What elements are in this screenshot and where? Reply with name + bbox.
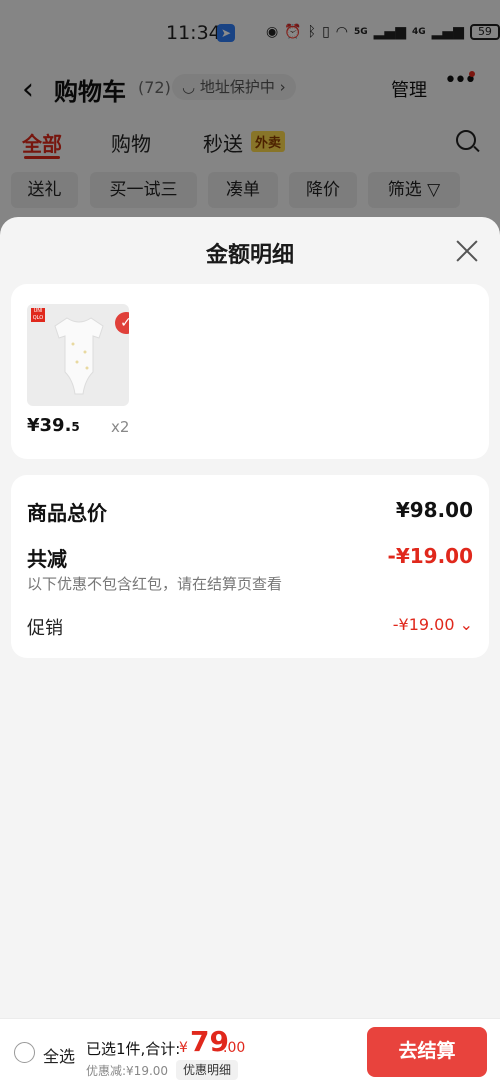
price-summary-card: 商品总价 ¥98.00 共减 -¥19.00 以下优惠不包含红包，请在结算页查看… — [11, 475, 489, 658]
total-price-label: 商品总价 — [27, 501, 107, 525]
discount-note: 以下优惠不包含红包，请在结算页查看 — [27, 575, 283, 593]
amount-detail-sheet: 金额明细 UNI QLO ✓ ¥39.5 x2 商品总价 ¥98.00 共减 -… — [0, 217, 500, 1085]
total-reduce-value: -¥19.00 — [387, 544, 473, 568]
modal-overlay[interactable] — [0, 0, 500, 230]
selected-check-icon: ✓ — [115, 312, 129, 334]
product-card: UNI QLO ✓ ¥39.5 x2 — [11, 284, 489, 459]
brand-logo: UNI QLO — [31, 308, 45, 322]
checkout-button[interactable]: 去结算 — [367, 1027, 487, 1077]
total-reduce-label: 共减 — [27, 547, 67, 571]
total-decimal: .00 — [223, 1040, 246, 1056]
close-icon[interactable] — [455, 239, 479, 263]
discount-amount: 优惠减:¥19.00 — [86, 1064, 169, 1078]
price-main: ¥39. — [27, 415, 72, 436]
price-decimal: 5 — [71, 420, 80, 434]
product-image[interactable]: UNI QLO ✓ — [27, 304, 129, 406]
promotion-amount: -¥19.00 — [392, 615, 455, 634]
total-price-value: ¥98.00 — [395, 498, 473, 522]
promotion-label: 促销 — [27, 618, 63, 639]
product-price: ¥39.5 — [27, 415, 80, 436]
promotion-value[interactable]: -¥19.00 ⌄ — [393, 615, 473, 634]
selected-summary: 已选1件,合计: — [86, 1040, 181, 1058]
brand-logo-text: UNI QLO — [32, 308, 44, 321]
bodysuit-image — [54, 317, 104, 395]
product-quantity: x2 — [111, 418, 130, 436]
discount-detail-button[interactable]: 优惠明细 — [176, 1060, 239, 1080]
select-all-label[interactable]: 全选 — [43, 1043, 75, 1067]
sheet-title: 金额明细 — [205, 243, 294, 268]
total-currency: ¥ — [179, 1040, 188, 1056]
checkout-bar: 全选 已选1件,合计: ¥ 79 .00 优惠减:¥19.00 优惠明细 去结算 — [0, 1018, 500, 1085]
select-all-radio[interactable] — [14, 1042, 35, 1063]
chevron-down-icon: ⌄ — [454, 615, 473, 634]
